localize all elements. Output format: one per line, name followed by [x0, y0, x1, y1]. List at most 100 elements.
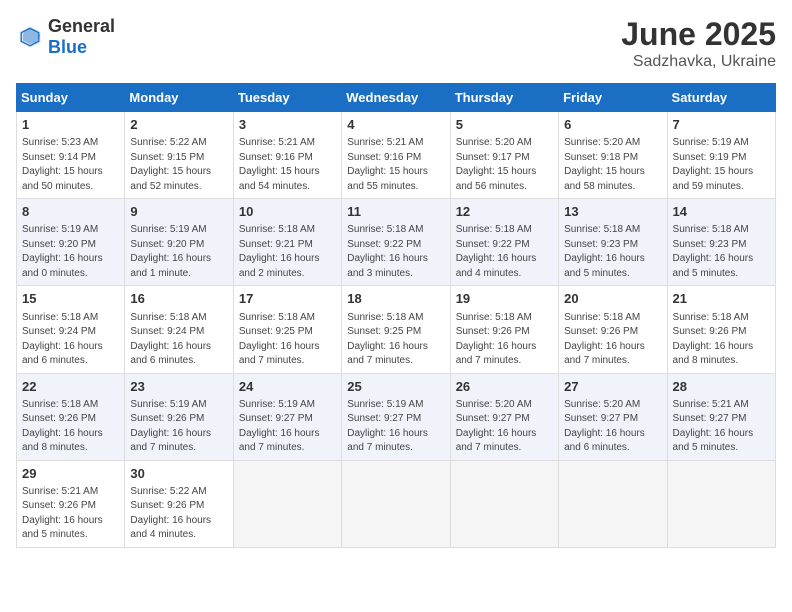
calendar-cell: 29 Sunrise: 5:21 AMSunset: 9:26 PMDayligh… [17, 460, 125, 547]
calendar-cell: 1Sunrise: 5:23 AMSunset: 9:14 PMDaylight… [17, 112, 125, 199]
day-info: Sunrise: 5:21 AMSunset: 9:16 PMDaylight:… [239, 136, 336, 194]
calendar-cell: 21Sunrise: 5:18 AMSunset: 9:26 PMDayligh… [667, 286, 775, 373]
day-number: 22 [22, 378, 119, 396]
day-info: Sunrise: 5:20 AMSunset: 9:27 PMDaylight:… [456, 398, 553, 456]
calendar-cell [233, 460, 341, 547]
day-info: Sunrise: 5:18 AMSunset: 9:22 PMDaylight:… [456, 223, 553, 281]
logo: General Blue [16, 16, 115, 58]
day-number: 11 [347, 203, 444, 221]
day-info: Sunrise: 5:18 AMSunset: 9:24 PMDaylight:… [130, 311, 227, 369]
title-area: June 2025 Sadzhavka, Ukraine [621, 16, 776, 71]
day-number: 27 [564, 378, 661, 396]
day-info: Sunrise: 5:21 AMSunset: 9:27 PMDaylight:… [673, 398, 770, 456]
day-info: Sunrise: 5:22 AMSunset: 9:15 PMDaylight:… [130, 136, 227, 194]
calendar-cell: 19 Sunrise: 5:18 AMSunset: 9:26 PMDayligh… [450, 286, 558, 373]
day-number: 25 [347, 378, 444, 396]
day-number: 23 [130, 378, 227, 396]
day-info: Sunrise: 5:19 AMSunset: 9:27 PMDaylight:… [347, 398, 444, 456]
day-info: Sunrise: 5:21 AMSunset: 9:16 PMDaylight:… [347, 136, 444, 194]
logo-icon [16, 23, 44, 51]
day-info: Sunrise: 5:19 AMSunset: 9:27 PMDaylight:… [239, 398, 336, 456]
col-wednesday: Wednesday [342, 84, 450, 112]
calendar-cell: 6Sunrise: 5:20 AMSunset: 9:18 PMDaylight… [559, 112, 667, 199]
calendar-cell: 12Sunrise: 5:18 AMSunset: 9:22 PMDayligh… [450, 199, 558, 286]
day-info: Sunrise: 5:18 AMSunset: 9:24 PMDaylight:… [22, 311, 119, 369]
day-number: 29 [22, 465, 119, 483]
day-info: Sunrise: 5:18 AMSunset: 9:25 PMDaylight:… [239, 311, 336, 369]
day-info: Sunrise: 5:19 AMSunset: 9:20 PMDaylight:… [22, 223, 119, 281]
day-info: Sunrise: 5:20 AMSunset: 9:18 PMDaylight:… [564, 136, 661, 194]
day-info: Sunrise: 5:18 AMSunset: 9:25 PMDaylight:… [347, 311, 444, 369]
calendar-cell: 18 Sunrise: 5:18 AMSunset: 9:25 PMDayligh… [342, 286, 450, 373]
day-info: Sunrise: 5:19 AMSunset: 9:19 PMDaylight:… [673, 136, 770, 194]
day-info: Sunrise: 5:18 AMSunset: 9:26 PMDaylight:… [22, 398, 119, 456]
calendar-cell: 10 Sunrise: 5:18 AMSunset: 9:21 PMDayligh… [233, 199, 341, 286]
calendar-cell: 16 Sunrise: 5:18 AMSunset: 9:24 PMDayligh… [125, 286, 233, 373]
logo-blue-text: Blue [48, 37, 87, 57]
calendar-title: June 2025 [621, 16, 776, 53]
calendar-cell [667, 460, 775, 547]
calendar-cell: 20 Sunrise: 5:18 AMSunset: 9:26 PMDayligh… [559, 286, 667, 373]
day-number: 2 [130, 116, 227, 134]
day-info: Sunrise: 5:18 AMSunset: 9:26 PMDaylight:… [564, 311, 661, 369]
day-number: 15 [22, 290, 119, 308]
day-number: 24 [239, 378, 336, 396]
calendar-cell [559, 460, 667, 547]
calendar-cell: 23Sunrise: 5:19 AMSunset: 9:26 PMDayligh… [125, 373, 233, 460]
calendar-cell [342, 460, 450, 547]
day-number: 20 [564, 290, 661, 308]
day-number: 19 [456, 290, 553, 308]
col-friday: Friday [559, 84, 667, 112]
day-info: Sunrise: 5:18 AMSunset: 9:22 PMDaylight:… [347, 223, 444, 281]
calendar-cell: 28 Sunrise: 5:21 AMSunset: 9:27 PMDayligh… [667, 373, 775, 460]
calendar-row-5: 29 Sunrise: 5:21 AMSunset: 9:26 PMDayligh… [17, 460, 776, 547]
day-number: 1 [22, 116, 119, 134]
day-info: Sunrise: 5:22 AMSunset: 9:26 PMDaylight:… [130, 485, 227, 543]
day-info: Sunrise: 5:19 AMSunset: 9:20 PMDaylight:… [130, 223, 227, 281]
day-number: 17 [239, 290, 336, 308]
calendar-cell: 24 Sunrise: 5:19 AMSunset: 9:27 PMDayligh… [233, 373, 341, 460]
day-number: 13 [564, 203, 661, 221]
calendar-cell: 26 Sunrise: 5:20 AMSunset: 9:27 PMDayligh… [450, 373, 558, 460]
calendar-cell: 5Sunrise: 5:20 AMSunset: 9:17 PMDaylight… [450, 112, 558, 199]
day-info: Sunrise: 5:18 AMSunset: 9:23 PMDaylight:… [673, 223, 770, 281]
calendar-subtitle: Sadzhavka, Ukraine [621, 53, 776, 71]
logo-general-text: General [48, 16, 115, 36]
day-number: 10 [239, 203, 336, 221]
page-header: General Blue June 2025 Sadzhavka, Ukrain… [16, 16, 776, 71]
calendar-cell: 2 Sunrise: 5:22 AMSunset: 9:15 PMDaylight… [125, 112, 233, 199]
calendar-cell: 9 Sunrise: 5:19 AMSunset: 9:20 PMDaylight… [125, 199, 233, 286]
day-number: 8 [22, 203, 119, 221]
header-row: Sunday Monday Tuesday Wednesday Thursday… [17, 84, 776, 112]
calendar-row-2: 8 Sunrise: 5:19 AMSunset: 9:20 PMDaylight… [17, 199, 776, 286]
day-number: 4 [347, 116, 444, 134]
calendar-cell: 13Sunrise: 5:18 AMSunset: 9:23 PMDayligh… [559, 199, 667, 286]
day-info: Sunrise: 5:20 AMSunset: 9:27 PMDaylight:… [564, 398, 661, 456]
day-number: 5 [456, 116, 553, 134]
day-number: 3 [239, 116, 336, 134]
col-sunday: Sunday [17, 84, 125, 112]
calendar-cell [450, 460, 558, 547]
calendar-row-1: 1Sunrise: 5:23 AMSunset: 9:14 PMDaylight… [17, 112, 776, 199]
day-number: 30 [130, 465, 227, 483]
day-number: 16 [130, 290, 227, 308]
calendar-cell: 27 Sunrise: 5:20 AMSunset: 9:27 PMDayligh… [559, 373, 667, 460]
day-info: Sunrise: 5:18 AMSunset: 9:26 PMDaylight:… [456, 311, 553, 369]
day-number: 14 [673, 203, 770, 221]
calendar-cell: 22 Sunrise: 5:18 AMSunset: 9:26 PMDayligh… [17, 373, 125, 460]
calendar-row-3: 15 Sunrise: 5:18 AMSunset: 9:24 PMDayligh… [17, 286, 776, 373]
day-info: Sunrise: 5:21 AMSunset: 9:26 PMDaylight:… [22, 485, 119, 543]
day-info: Sunrise: 5:18 AMSunset: 9:21 PMDaylight:… [239, 223, 336, 281]
day-number: 26 [456, 378, 553, 396]
calendar-cell: 15 Sunrise: 5:18 AMSunset: 9:24 PMDayligh… [17, 286, 125, 373]
day-info: Sunrise: 5:18 AMSunset: 9:26 PMDaylight:… [673, 311, 770, 369]
col-saturday: Saturday [667, 84, 775, 112]
day-number: 28 [673, 378, 770, 396]
day-number: 9 [130, 203, 227, 221]
col-tuesday: Tuesday [233, 84, 341, 112]
calendar-cell: 3 Sunrise: 5:21 AMSunset: 9:16 PMDaylight… [233, 112, 341, 199]
calendar-cell: 7Sunrise: 5:19 AMSunset: 9:19 PMDaylight… [667, 112, 775, 199]
calendar-cell: 17 Sunrise: 5:18 AMSunset: 9:25 PMDayligh… [233, 286, 341, 373]
logo-wordmark: General Blue [48, 16, 115, 58]
day-number: 18 [347, 290, 444, 308]
